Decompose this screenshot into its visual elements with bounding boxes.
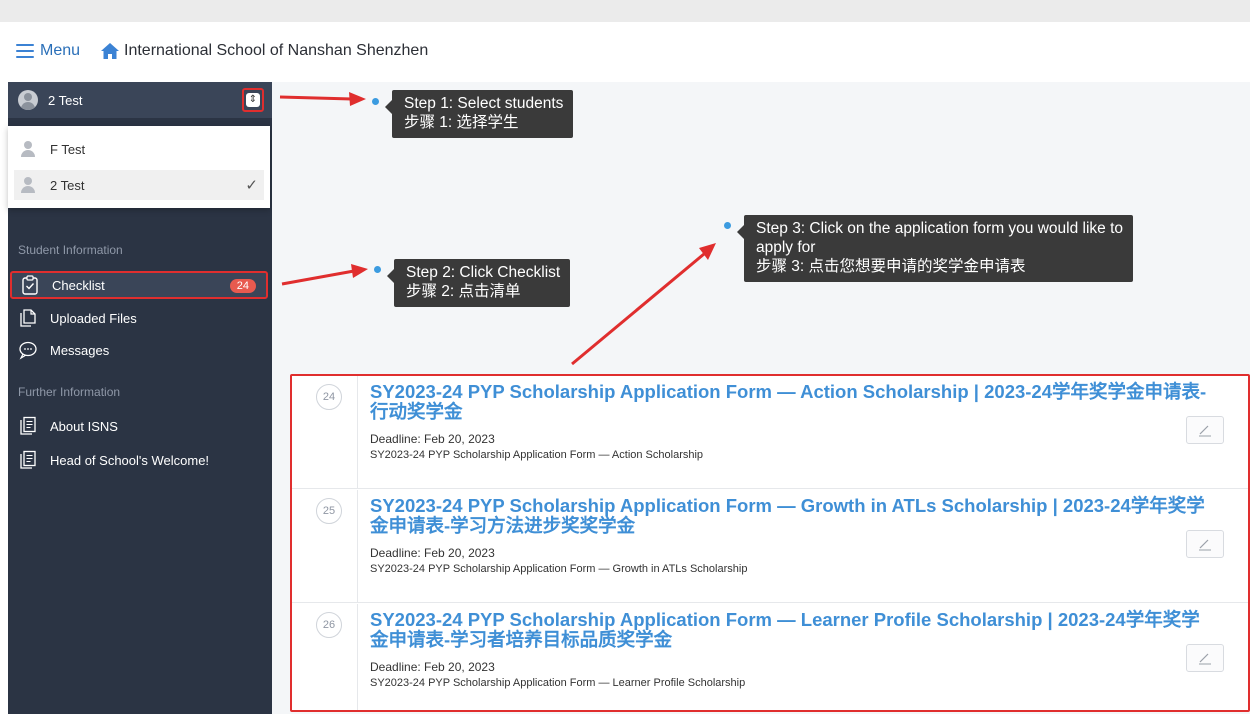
step3-text-zh: 步骤 3: 点击您想要申请的奖学金申请表 xyxy=(756,258,1026,275)
sidebar-item-messages[interactable]: Messages xyxy=(10,336,268,364)
section-student-information: Student Information xyxy=(18,243,123,257)
checkmark-icon: ✓ xyxy=(245,177,258,194)
files-icon xyxy=(20,309,36,327)
pencil-icon xyxy=(1199,425,1211,437)
checklist-count-badge: 24 xyxy=(229,279,256,293)
student-option-label: F Test xyxy=(50,141,86,157)
form-title-link[interactable]: SY2023-24 PYP Scholarship Application Fo… xyxy=(370,382,1218,422)
sidebar-item-label: Uploaded Files xyxy=(50,310,137,326)
student-option-f-test[interactable]: F Test xyxy=(14,134,264,164)
hamburger-icon xyxy=(16,44,34,58)
step1-text-zh: 步骤 1: 选择学生 xyxy=(404,114,519,131)
avatar xyxy=(18,90,38,110)
application-forms-list: 24 SY2023-24 PYP Scholarship Application… xyxy=(290,374,1250,712)
main-content: Step 1: Select students 步骤 1: 选择学生 Step … xyxy=(272,82,1250,714)
current-student-name: 2 Test xyxy=(48,92,83,108)
checklist-icon xyxy=(22,275,38,295)
school-home-link[interactable]: International School of Nanshan Shenzhen xyxy=(100,42,428,60)
document-icon xyxy=(20,416,36,435)
home-icon xyxy=(101,43,119,59)
form-number-badge: 25 xyxy=(316,498,342,524)
sidebar-item-label: Messages xyxy=(50,342,110,358)
student-select-toggle[interactable]: ⇕ xyxy=(242,88,264,112)
form-title-link[interactable]: SY2023-24 PYP Scholarship Application Fo… xyxy=(370,496,1218,536)
sidebar-item-head-of-school-welcome[interactable]: Head of School's Welcome! xyxy=(10,446,268,474)
sidebar-item-about-isns[interactable]: About ISNS xyxy=(10,412,268,440)
sidebar: 2 Test ⇕ F Test 2 Test ✓ Student Informa… xyxy=(8,82,272,714)
top-bar: Menu International School of Nanshan She… xyxy=(0,22,1250,82)
form-description: SY2023-24 PYP Scholarship Application Fo… xyxy=(370,449,704,461)
document-icon xyxy=(20,450,36,469)
step1-text-en: Step 1: Select students xyxy=(404,95,564,112)
step3-text-en-line1: Step 3: Click on the application form yo… xyxy=(756,220,1124,237)
form-description: SY2023-24 PYP Scholarship Application Fo… xyxy=(370,677,746,689)
student-selector[interactable]: 2 Test ⇕ xyxy=(8,82,272,118)
browser-top-strip xyxy=(0,0,1250,22)
step3-callout: Step 3: Click on the application form yo… xyxy=(736,215,1134,282)
menu-label: Menu xyxy=(40,42,81,59)
edit-form-button[interactable] xyxy=(1186,644,1224,672)
step2-dot xyxy=(374,266,381,273)
sidebar-item-checklist[interactable]: Checklist 24 xyxy=(10,271,268,299)
form-description: SY2023-24 PYP Scholarship Application Fo… xyxy=(370,563,748,575)
row-divider xyxy=(357,604,358,710)
edit-form-button[interactable] xyxy=(1186,530,1224,558)
step1-callout: Step 1: Select students 步骤 1: 选择学生 xyxy=(384,90,574,138)
avatar-icon xyxy=(20,141,36,157)
form-deadline: Deadline: Feb 20, 2023 xyxy=(370,660,495,674)
school-name: International School of Nanshan Shenzhen xyxy=(124,42,429,59)
form-number-badge: 24 xyxy=(316,384,342,410)
form-row[interactable]: 25 SY2023-24 PYP Scholarship Application… xyxy=(292,490,1248,603)
form-number-badge: 26 xyxy=(316,612,342,638)
student-dropdown: F Test 2 Test ✓ xyxy=(8,126,270,208)
form-row[interactable]: 26 SY2023-24 PYP Scholarship Application… xyxy=(292,604,1248,710)
pencil-icon xyxy=(1199,653,1211,665)
avatar-icon xyxy=(20,177,36,193)
messages-icon xyxy=(19,341,37,360)
step2-text-en: Step 2: Click Checklist xyxy=(406,264,561,281)
sidebar-item-label: Checklist xyxy=(52,277,105,293)
row-divider xyxy=(357,490,358,603)
sidebar-item-label: Head of School's Welcome! xyxy=(50,452,210,468)
row-divider xyxy=(357,376,358,489)
step1-dot xyxy=(372,98,379,105)
form-deadline: Deadline: Feb 20, 2023 xyxy=(370,546,495,560)
sidebar-item-uploaded-files[interactable]: Uploaded Files xyxy=(10,304,268,332)
sidebar-item-label: About ISNS xyxy=(50,418,118,434)
step2-callout: Step 2: Click Checklist 步骤 2: 点击清单 xyxy=(386,259,571,307)
updown-chevron-icon: ⇕ xyxy=(246,93,260,107)
student-option-2-test[interactable]: 2 Test ✓ xyxy=(14,170,264,200)
form-title-link[interactable]: SY2023-24 PYP Scholarship Application Fo… xyxy=(370,610,1218,650)
edit-form-button[interactable] xyxy=(1186,416,1224,444)
form-deadline: Deadline: Feb 20, 2023 xyxy=(370,432,495,446)
pencil-icon xyxy=(1199,539,1211,551)
step2-text-zh: 步骤 2: 点击清单 xyxy=(406,283,521,300)
step3-dot xyxy=(724,222,731,229)
form-row[interactable]: 24 SY2023-24 PYP Scholarship Application… xyxy=(292,376,1248,489)
student-option-label: 2 Test xyxy=(50,177,85,193)
section-further-information: Further Information xyxy=(18,385,121,399)
menu-button[interactable]: Menu xyxy=(16,42,80,60)
step3-text-en-line2: apply for xyxy=(756,239,816,256)
